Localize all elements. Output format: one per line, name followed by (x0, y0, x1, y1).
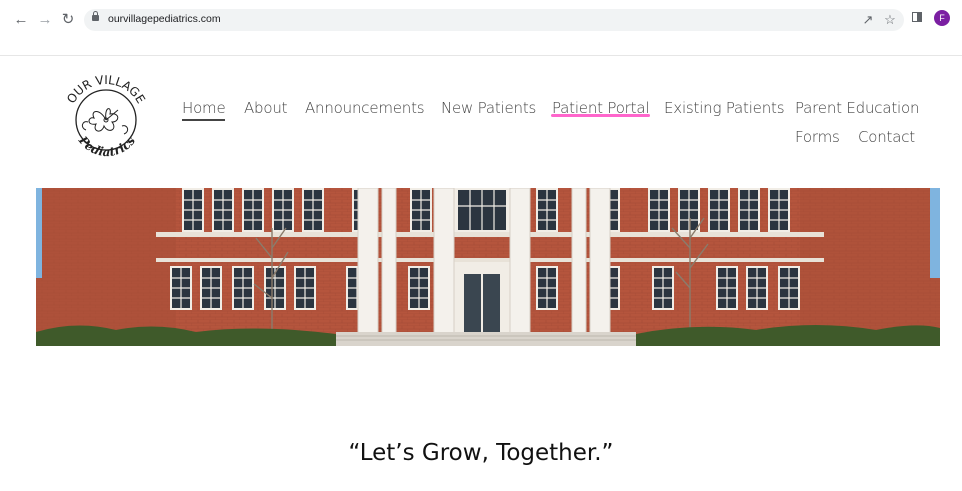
hibiscus-flower-icon (81, 108, 129, 135)
profile-avatar[interactable]: F (934, 10, 950, 26)
nav-announcements[interactable]: Announcements (305, 99, 425, 117)
star-icon[interactable]: ☆ (882, 12, 898, 28)
nav-contact[interactable]: Contact (858, 128, 915, 146)
url-text[interactable]: ourvillagepediatrics.com (108, 13, 221, 25)
patient-portal-highlight (551, 114, 650, 117)
hero-building-image (36, 188, 940, 346)
browser-toolbar: ← → ↻ ourvillagepediatrics.com ↗ ☆ F (0, 0, 962, 40)
nav-existing-patients[interactable]: Existing Patients (664, 99, 785, 117)
reload-icon[interactable]: ↻ (59, 10, 77, 28)
address-bar[interactable]: ourvillagepediatrics.com ↗ ☆ (84, 9, 904, 31)
share-icon[interactable]: ↗ (860, 12, 876, 28)
side-panel-icon[interactable] (912, 12, 922, 22)
nav-forms[interactable]: Forms (795, 128, 840, 146)
site-logo[interactable]: OUR VILLAGE Pediatrics (60, 74, 152, 166)
back-arrow-icon[interactable]: ← (12, 10, 30, 28)
nav-parent-education[interactable]: Parent Education (795, 99, 919, 117)
lock-icon[interactable] (92, 11, 99, 21)
forward-arrow-icon[interactable]: → (36, 10, 54, 28)
logo-bottom-text: Pediatrics (75, 133, 138, 159)
nav-home-underline (182, 119, 225, 121)
toolbar-divider (0, 55, 962, 56)
nav-new-patients[interactable]: New Patients (441, 99, 536, 117)
nav-home[interactable]: Home (182, 99, 226, 117)
tagline: “Let’s Grow, Together.” (348, 440, 614, 466)
nav-about[interactable]: About (244, 99, 288, 117)
